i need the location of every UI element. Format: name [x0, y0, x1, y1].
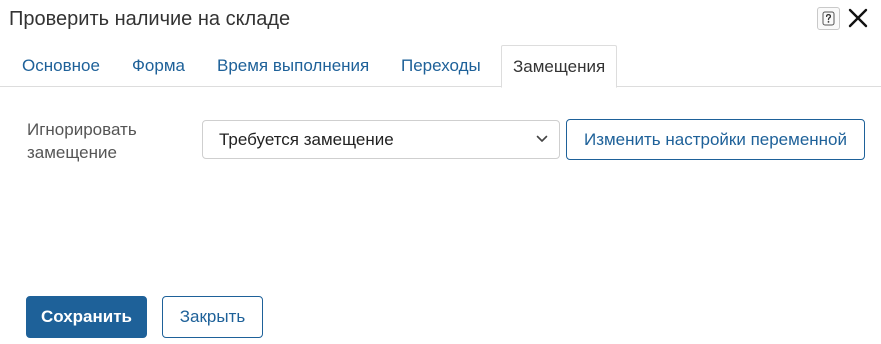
- select-value: Требуется замещение: [219, 130, 394, 149]
- close-dialog-button[interactable]: Закрыть: [162, 296, 263, 338]
- help-button[interactable]: [817, 7, 840, 30]
- tab-form[interactable]: Форма: [132, 45, 185, 87]
- tab-replacements[interactable]: Замещения: [501, 45, 618, 88]
- question-icon: [822, 11, 835, 26]
- close-icon: [848, 8, 868, 28]
- close-button[interactable]: [847, 7, 869, 29]
- tab-general[interactable]: Основное: [22, 45, 100, 87]
- dialog: Проверить наличие на складе Основное Фор…: [0, 0, 881, 344]
- tab-execution-time[interactable]: Время выполнения: [217, 45, 369, 87]
- ignore-replacement-label: Игнорировать замещение: [27, 120, 137, 162]
- ignore-replacement-select[interactable]: Требуется замещение: [202, 120, 560, 159]
- tab-transitions[interactable]: Переходы: [401, 45, 481, 87]
- chevron-down-icon: [536, 135, 548, 142]
- change-variable-settings-button[interactable]: Изменить настройки переменной: [566, 119, 865, 160]
- save-button[interactable]: Сохранить: [26, 296, 147, 338]
- dialog-title: Проверить наличие на складе: [9, 8, 291, 30]
- tab-bar: Основное Форма Время выполнения Переходы…: [0, 45, 881, 88]
